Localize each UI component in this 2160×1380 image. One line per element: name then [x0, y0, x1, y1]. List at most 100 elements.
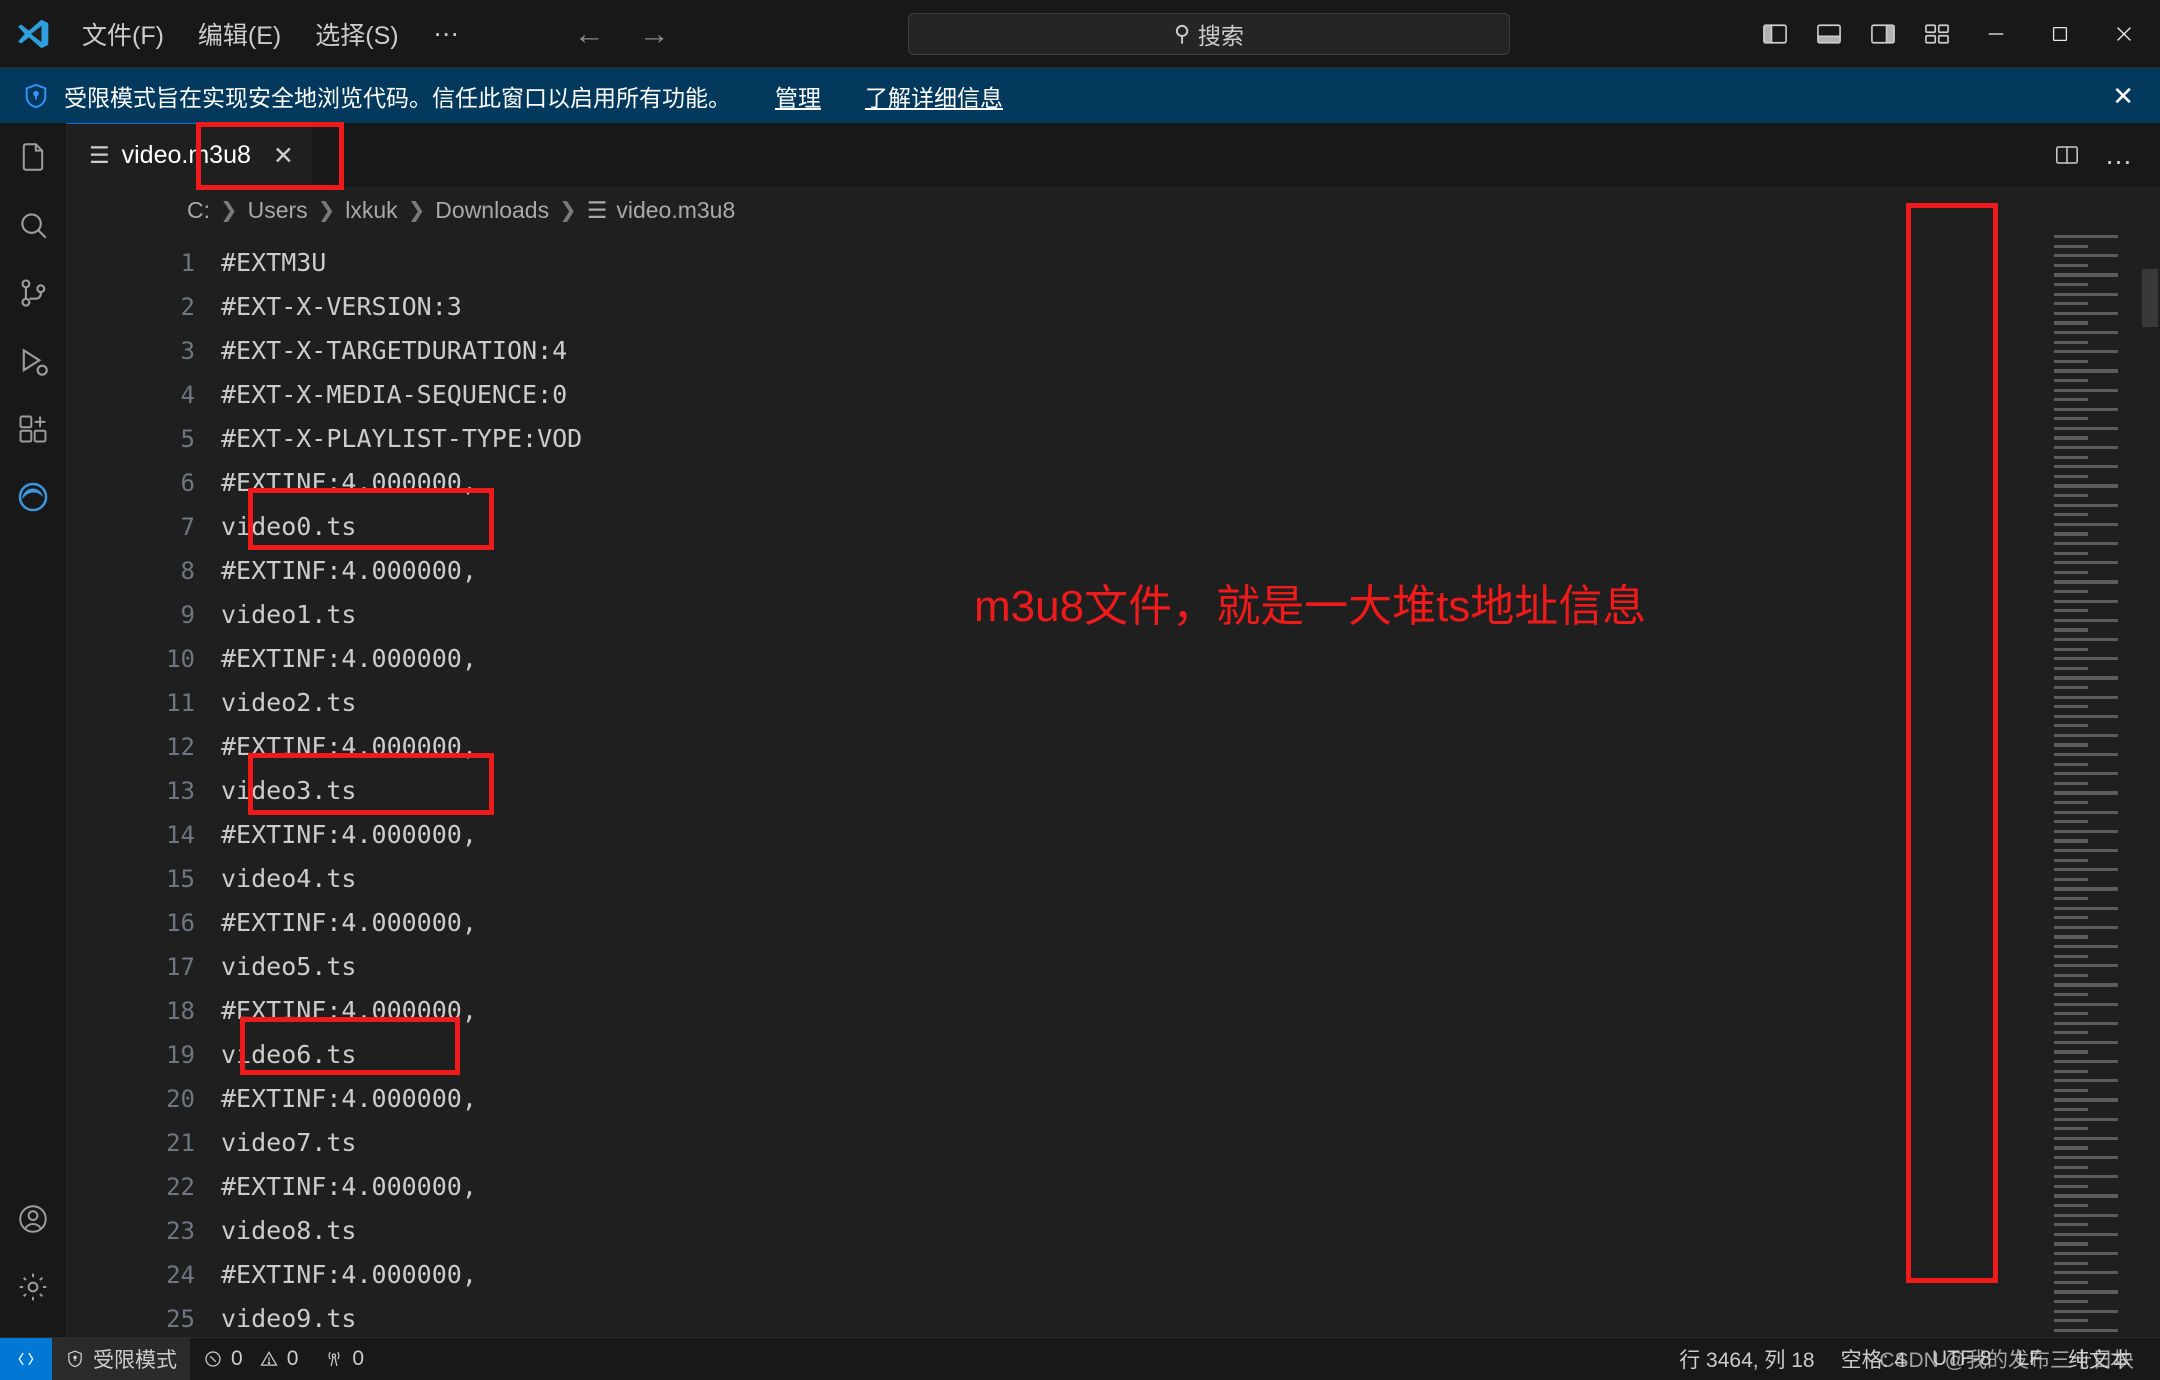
menu-edit[interactable]: 编辑(E) [182, 10, 297, 58]
scrollbar-thumb[interactable] [2142, 269, 2158, 327]
minimap-line [2054, 868, 2124, 876]
status-ports-button[interactable]: 0 [311, 1338, 377, 1380]
code-line[interactable]: 2 #EXT-X-VERSION:3 [67, 285, 2040, 329]
minimap-line [2054, 1040, 2124, 1049]
editor-tabs-bar: ☰ video.m3u8 ✕ … [67, 123, 2160, 187]
code-line[interactable]: 8 #EXTINF:4.000000, [67, 549, 2040, 593]
activity-item-accounts[interactable] [0, 1185, 66, 1253]
code-line[interactable]: 20 #EXTINF:4.000000, [67, 1077, 2040, 1121]
arrow-right-icon[interactable]: → [639, 18, 670, 49]
chevron-right-icon: ❯ [317, 198, 336, 222]
breadcrumb-segment-file[interactable]: ☰ video.m3u8 [587, 197, 736, 224]
radio-tower-icon [328, 1351, 340, 1367]
chevron-right-icon: ❯ [407, 198, 426, 222]
code-editor[interactable]: 1 #EXTM3U 2 #EXT-X-VERSION:3 3 #EXT-X-TARGETD… [67, 233, 2160, 1337]
activity-item-explorer[interactable] [0, 123, 66, 191]
status-eol[interactable]: LF [2004, 1338, 2055, 1380]
activity-item-source-control[interactable] [0, 259, 66, 327]
banner-manage-link[interactable]: 管理 [775, 79, 821, 113]
line-content: #EXTINF:4.000000, [221, 468, 477, 497]
arrow-left-icon[interactable]: ← [574, 18, 605, 49]
code-line[interactable]: 7 video0.ts [67, 505, 2040, 549]
code-line[interactable]: 10 #EXTINF:4.000000, [67, 637, 2040, 681]
tab-video-m3u8[interactable]: ☰ video.m3u8 ✕ [67, 123, 312, 187]
minimap-line [2054, 733, 2124, 742]
activity-item-edge-tools[interactable] [0, 463, 66, 531]
code-line[interactable]: 25 video9.ts [67, 1297, 2040, 1337]
code-line[interactable]: 3 #EXT-X-TARGETDURATION:4 [67, 329, 2040, 373]
code-scroll-area[interactable]: 1 #EXTM3U 2 #EXT-X-VERSION:3 3 #EXT-X-TARGETD… [67, 233, 2040, 1337]
line-content: #EXTINF:4.000000, [221, 1260, 477, 1289]
tab-close-icon[interactable]: ✕ [273, 141, 294, 171]
status-remote-button[interactable] [0, 1338, 52, 1380]
status-language-mode[interactable]: 纯文本 [2055, 1338, 2144, 1380]
minimap-line [2054, 494, 2124, 502]
customize-layout-button[interactable] [1910, 11, 1964, 57]
edge-icon [18, 482, 48, 512]
toggle-primary-sidebar-button[interactable] [1748, 11, 1802, 57]
code-line[interactable]: 24 #EXTINF:4.000000, [67, 1253, 2040, 1297]
editor-vertical-scrollbar[interactable] [2140, 233, 2160, 1337]
window-maximize-button[interactable] [2028, 1, 2092, 67]
minimap-line [2054, 1098, 2124, 1106]
minimap-line [2054, 887, 2124, 895]
layout-sidebar-left-icon [1763, 23, 1787, 44]
menu-file[interactable]: 文件(F) [66, 10, 180, 58]
minimap-line [2054, 302, 2124, 310]
window-minimize-button[interactable] [1964, 1, 2028, 67]
minimap-line [2054, 1299, 2124, 1308]
status-problems-button[interactable]: 0 0 [190, 1338, 311, 1380]
menu-more-button[interactable]: … [417, 12, 478, 55]
breadcrumb-segment-drive[interactable]: C: [187, 197, 210, 224]
line-content: #EXT-X-PLAYLIST-TYPE:VOD [221, 424, 583, 453]
activity-item-search[interactable] [0, 191, 66, 259]
breadcrumb: C: ❯ Users ❯ lxkuk ❯ Downloads ❯ ☰ video… [67, 187, 2160, 233]
editor-more-actions-button[interactable]: … [2096, 132, 2142, 178]
banner-learn-more-link[interactable]: 了解详细信息 [865, 79, 1003, 113]
line-number: 22 [166, 1173, 195, 1201]
code-line[interactable]: 11 video2.ts [67, 681, 2040, 725]
minimap-line [2054, 359, 2124, 368]
status-trust-button[interactable]: 受限模式 [52, 1338, 190, 1380]
code-line[interactable]: 6 #EXTINF:4.000000, [67, 461, 2040, 505]
status-cursor-position[interactable]: 行 3464, 列 18 [1666, 1338, 1827, 1380]
vscode-logo-icon [0, 17, 66, 51]
banner-close-icon[interactable]: ✕ [2112, 83, 2134, 109]
breadcrumb-segment-users[interactable]: Users [248, 197, 308, 224]
code-line[interactable]: 18 #EXTINF:4.000000, [67, 989, 2040, 1033]
code-line[interactable]: 22 #EXTINF:4.000000, [67, 1165, 2040, 1209]
window-close-button[interactable] [2092, 1, 2156, 67]
minimap-line [2054, 609, 2124, 617]
toggle-panel-button[interactable] [1802, 11, 1856, 57]
line-content: video3.ts [221, 776, 357, 805]
activity-item-extensions[interactable] [0, 395, 66, 463]
status-encoding[interactable]: UTF-8 [1919, 1338, 2005, 1380]
code-line[interactable]: 17 video5.ts [67, 945, 2040, 989]
code-line[interactable]: 4 #EXT-X-MEDIA-SEQUENCE:0 [67, 373, 2040, 417]
code-line[interactable]: 14 #EXTINF:4.000000, [67, 813, 2040, 857]
line-number: 16 [166, 909, 195, 937]
code-line[interactable]: 13 video3.ts [67, 769, 2040, 813]
activity-item-settings[interactable] [0, 1253, 66, 1321]
code-line[interactable]: 1 #EXTM3U [67, 241, 2040, 285]
run-debug-icon [22, 348, 48, 376]
code-line[interactable]: 5 #EXT-X-PLAYLIST-TYPE:VOD [67, 417, 2040, 461]
minimap-line [2054, 1290, 2124, 1298]
code-line[interactable]: 16 #EXTINF:4.000000, [67, 901, 2040, 945]
minimap-line [2054, 1213, 2124, 1222]
menu-selection[interactable]: 选择(S) [299, 10, 414, 58]
code-line[interactable]: 15 video4.ts [67, 857, 2040, 901]
breadcrumb-segment-lxkuk[interactable]: lxkuk [345, 197, 397, 224]
code-line[interactable]: 23 video8.ts [67, 1209, 2040, 1253]
status-indentation[interactable]: 空格: 4 [1828, 1338, 1919, 1380]
code-line[interactable]: 9 video1.ts [67, 593, 2040, 637]
activity-item-run-and-debug[interactable] [0, 327, 66, 395]
code-line[interactable]: 21 video7.ts [67, 1121, 2040, 1165]
breadcrumb-segment-downloads[interactable]: Downloads [435, 197, 549, 224]
line-content: video0.ts [221, 512, 357, 541]
search-input[interactable]: ⚲ 搜索 [907, 12, 1510, 55]
code-line[interactable]: 12 #EXTINF:4.000000, [67, 725, 2040, 769]
split-editor-button[interactable] [2044, 132, 2090, 178]
code-line[interactable]: 19 video6.ts [67, 1033, 2040, 1077]
toggle-secondary-sidebar-button[interactable] [1856, 11, 1910, 57]
